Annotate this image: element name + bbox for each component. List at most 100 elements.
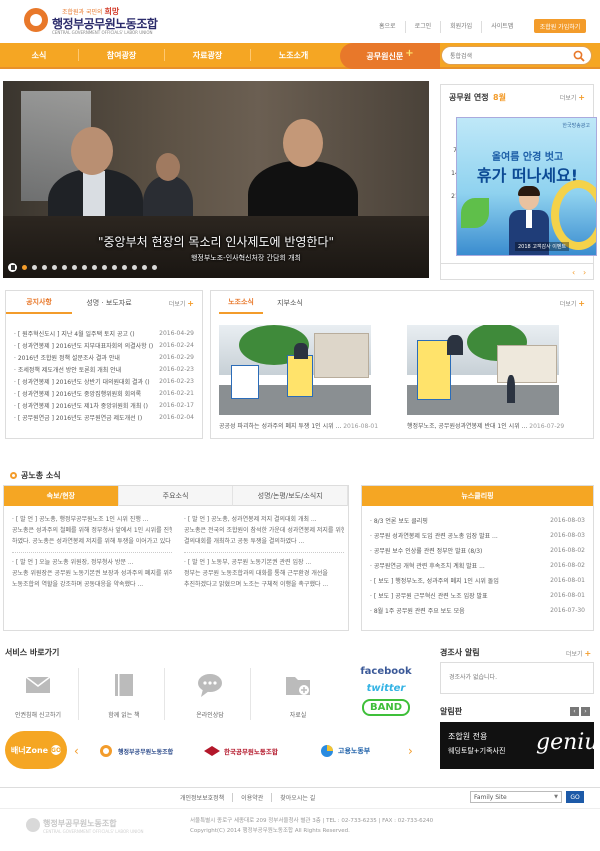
band-link[interactable]: BAND bbox=[362, 699, 410, 716]
chevron-right-icon[interactable]: › bbox=[408, 744, 413, 758]
photo-caption[interactable]: 행정부노조, 공무원성과연봉제 반대 1인 시위 ... 2016-07-29 bbox=[407, 421, 579, 430]
service-label: 온라인상담 bbox=[196, 712, 224, 719]
banner-item[interactable]: 고용노동부 bbox=[320, 743, 370, 759]
list-item[interactable]: · [ 보도 ] 공무원 근무혁신 관련 노조 입장 발표 2016-08-01 bbox=[370, 588, 585, 603]
list-item[interactable]: · 8월 1주 공무원 관련 주요 보도 모음 2016-07-30 bbox=[370, 603, 585, 618]
news-headline[interactable]: · [ 발 언 ] 공노총, 성과연봉제 저지 결의대회 개최 ... bbox=[184, 514, 344, 525]
site-logo[interactable]: 조합원과 국민의 희망 행정부공무원노동조합 CENTRAL GOVERNMEN… bbox=[24, 6, 158, 38]
util-sitemap-link[interactable]: 사이트맵 bbox=[481, 21, 522, 33]
search-input[interactable] bbox=[450, 50, 568, 62]
chevron-right-icon[interactable]: › bbox=[583, 268, 586, 277]
chevron-right-icon[interactable]: › bbox=[581, 707, 590, 716]
union-news-tabs: 속보/현장 주요소식 성명/논평/보도/소식지 bbox=[4, 486, 349, 506]
news-clipping-title[interactable]: 뉴스클리핑 bbox=[362, 486, 593, 506]
events-more-link[interactable]: 더보기 + bbox=[566, 649, 591, 658]
notice-more-link[interactable]: 더보기 + bbox=[169, 299, 194, 308]
list-item[interactable]: · [ 성과연봉제 ] 2016년도 상반기 대의원대회 결과 () 2016-0… bbox=[14, 375, 194, 387]
slide-dot[interactable] bbox=[52, 264, 57, 270]
list-item[interactable]: · [ 성과연봉제 ] 2016년도 지부대표자회의 의결사항 () 2016-0… bbox=[14, 339, 194, 351]
util-join-link[interactable]: 회원가입 bbox=[440, 21, 481, 33]
banner-item[interactable]: 한국공무원노동조합 bbox=[204, 743, 278, 759]
util-login-link[interactable]: 로그인 bbox=[404, 21, 441, 33]
slide-dot[interactable] bbox=[152, 264, 157, 270]
list-item[interactable]: · 조세정책 제도개선 방안 토론회 개최 안내 2016-02-23 bbox=[14, 363, 194, 375]
board-line-2: 웨딩토탈+기족사진 bbox=[448, 747, 506, 755]
utility-links: 홈으로 로그인 회원가입 사이트맵 bbox=[370, 21, 522, 33]
nav-about[interactable]: 노조소개 bbox=[251, 43, 336, 67]
slide-dot[interactable] bbox=[132, 264, 137, 270]
directions-link[interactable]: 찾아오시는 길 bbox=[271, 793, 323, 802]
footer-logo-name: 행정부공무원노동조합 bbox=[43, 819, 117, 828]
nav-participation[interactable]: 참여광장 bbox=[79, 43, 164, 67]
address-text: 서울특별시 종로구 세종대로 209 정부서울청사 별관 3층 | TEL : … bbox=[190, 818, 434, 824]
tab-press-releases[interactable]: 성명 · 보도자료 bbox=[72, 291, 146, 314]
nav-archive[interactable]: 자료광장 bbox=[165, 43, 250, 67]
slide-dot[interactable] bbox=[92, 264, 97, 270]
list-item[interactable]: · [ 성과연봉제 ] 2016년도 제1차 중앙위원회 개최 () 2016-0… bbox=[14, 399, 194, 411]
service-books[interactable]: 함께 읽는 책 bbox=[94, 672, 154, 719]
copyright-text: Copyright(C) 2014 행정부공무원노동조합 All Rights … bbox=[190, 828, 350, 834]
photo-thumbnail[interactable] bbox=[219, 325, 371, 415]
go-icon[interactable]: GO bbox=[51, 745, 61, 755]
slide-dot[interactable] bbox=[102, 264, 107, 270]
tab-union-news[interactable]: 노조소식 bbox=[219, 291, 263, 314]
ad-ribbon-graphic bbox=[551, 180, 596, 250]
family-site-select[interactable]: Family Site bbox=[470, 791, 562, 803]
board-banner[interactable]: 조합원 전용 웨딩토탈+기족사진 genius bbox=[440, 722, 600, 769]
list-item[interactable]: · 2016년 조합원 정책 설문조사 결과 안내 2016-02-29 bbox=[14, 351, 194, 363]
slide-dot[interactable] bbox=[82, 264, 87, 270]
chat-bubble-icon bbox=[198, 674, 222, 697]
news-headline[interactable]: · [ 발 언 ] 노동부, 공무원 노동기본권 관련 입장 ... bbox=[184, 557, 344, 568]
slide-dot[interactable] bbox=[22, 264, 27, 270]
slide-dot[interactable] bbox=[72, 264, 77, 270]
slide-dot[interactable] bbox=[112, 264, 117, 270]
slide-dot[interactable] bbox=[32, 264, 37, 270]
nav-news[interactable]: 소식 bbox=[0, 43, 78, 67]
member-join-button[interactable]: 조합원 가입하기 bbox=[534, 19, 586, 33]
news-headline[interactable]: · [ 발 언 ] 오늘 공노총 위원장, 정부청사 방문 ... bbox=[12, 557, 172, 568]
twitter-link[interactable]: twitter bbox=[360, 681, 412, 696]
chevron-left-icon[interactable]: ‹ bbox=[74, 744, 79, 758]
util-home-link[interactable]: 홈으로 bbox=[370, 21, 405, 33]
facebook-link[interactable]: facebook bbox=[360, 664, 412, 679]
photo-news-more-link[interactable]: 더보기 + bbox=[560, 299, 585, 308]
slide-dot[interactable] bbox=[122, 264, 127, 270]
slide-dot[interactable] bbox=[142, 264, 147, 270]
tab-notices[interactable]: 공지사항 bbox=[6, 291, 72, 314]
photo-caption[interactable]: 공공성 파괴하는 성과주의 폐지 투쟁 1인 시위 ... 2016-08-01 bbox=[219, 421, 391, 430]
list-item[interactable]: · [ 보도 ] 행정부노조, 성과주의 폐지 1인 시위 돌입 2016-08-… bbox=[370, 573, 585, 588]
hero-caption-sub: 행정부노조-인사혁신처장 간담회 개최 bbox=[190, 254, 301, 262]
list-item[interactable]: · 공무원 보수 인상률 관련 정부안 발표 (8/3) 2016-08-02 bbox=[370, 543, 585, 558]
pause-icon[interactable] bbox=[8, 262, 17, 272]
calendar-more-link[interactable]: 더보기 + bbox=[560, 93, 585, 102]
popup-ad-banner[interactable]: 한국방송광고 올여름 안경 벗고 휴가 떠나세요! 2018 고객감사 이벤트 bbox=[456, 117, 597, 256]
photo-thumbnail[interactable] bbox=[407, 325, 559, 415]
banner-item[interactable]: 행정부공무원노동조합 bbox=[98, 743, 173, 759]
news-clipping-board: 뉴스클리핑 · 8/3 언론 보도 클리핑 2016-08-03 · 공무원 성과… bbox=[361, 485, 594, 631]
tab-statements[interactable]: 성명/논평/보도/소식지 bbox=[233, 486, 349, 506]
tab-branch-news[interactable]: 지부소식 bbox=[263, 291, 317, 314]
service-archive[interactable]: 자료실 bbox=[268, 672, 328, 719]
nav-civil-servant-newspaper[interactable]: 공무원신문 + bbox=[340, 43, 440, 69]
chevron-left-icon[interactable]: ‹ bbox=[572, 268, 575, 277]
search-icon[interactable] bbox=[573, 50, 585, 62]
list-item[interactable]: · 공무원연금 개혁 관련 후속조치 계획 발표 ... 2016-08-02 bbox=[370, 558, 585, 573]
footer-links: 개인정보보호정책 이용약관 찾아오시는 길 bbox=[172, 793, 323, 802]
service-consult[interactable]: 온라인상담 bbox=[180, 672, 240, 719]
list-item[interactable]: · [ 원주혁신도시 ] 지난 4월 일주택 토지 공고 () 2016-04-2… bbox=[14, 327, 194, 339]
terms-link[interactable]: 이용약관 bbox=[232, 793, 271, 802]
list-item[interactable]: · 8/3 언론 보도 클리핑 2016-08-03 bbox=[370, 513, 585, 528]
privacy-policy-link[interactable]: 개인정보보호정책 bbox=[172, 793, 232, 802]
list-item[interactable]: · [ 성과연봉제 ] 2016년도 중앙집행위원회 회의록 2016-02-21 bbox=[14, 387, 194, 399]
chevron-left-icon[interactable]: ‹ bbox=[570, 707, 579, 716]
family-site-go-button[interactable]: GO bbox=[566, 791, 584, 803]
tab-main-news[interactable]: 주요소식 bbox=[118, 486, 234, 506]
list-item[interactable]: · 공무원 성과연봉제 도입 관련 공노총 입장 발표 ... 2016-08-0… bbox=[370, 528, 585, 543]
slide-dot[interactable] bbox=[62, 264, 67, 270]
news-headline[interactable]: · [ 발 언 ] 공노총, 행정부공무원노조 1인 시위 진행 ... bbox=[12, 514, 172, 525]
service-report-abuse[interactable]: 인권침해 신고하기 bbox=[8, 672, 68, 719]
tab-breaking[interactable]: 속보/현장 bbox=[4, 486, 119, 506]
slide-dot[interactable] bbox=[42, 264, 47, 270]
list-item[interactable]: · [ 공무원연금 ] 2016년도 공무원연금 제도개선 () 2016-02-… bbox=[14, 411, 194, 423]
hero-slider[interactable]: "중앙부처 현장의 목소리 인사제도에 반영한다" 행정부노조-인사혁신처장 간… bbox=[3, 81, 429, 278]
